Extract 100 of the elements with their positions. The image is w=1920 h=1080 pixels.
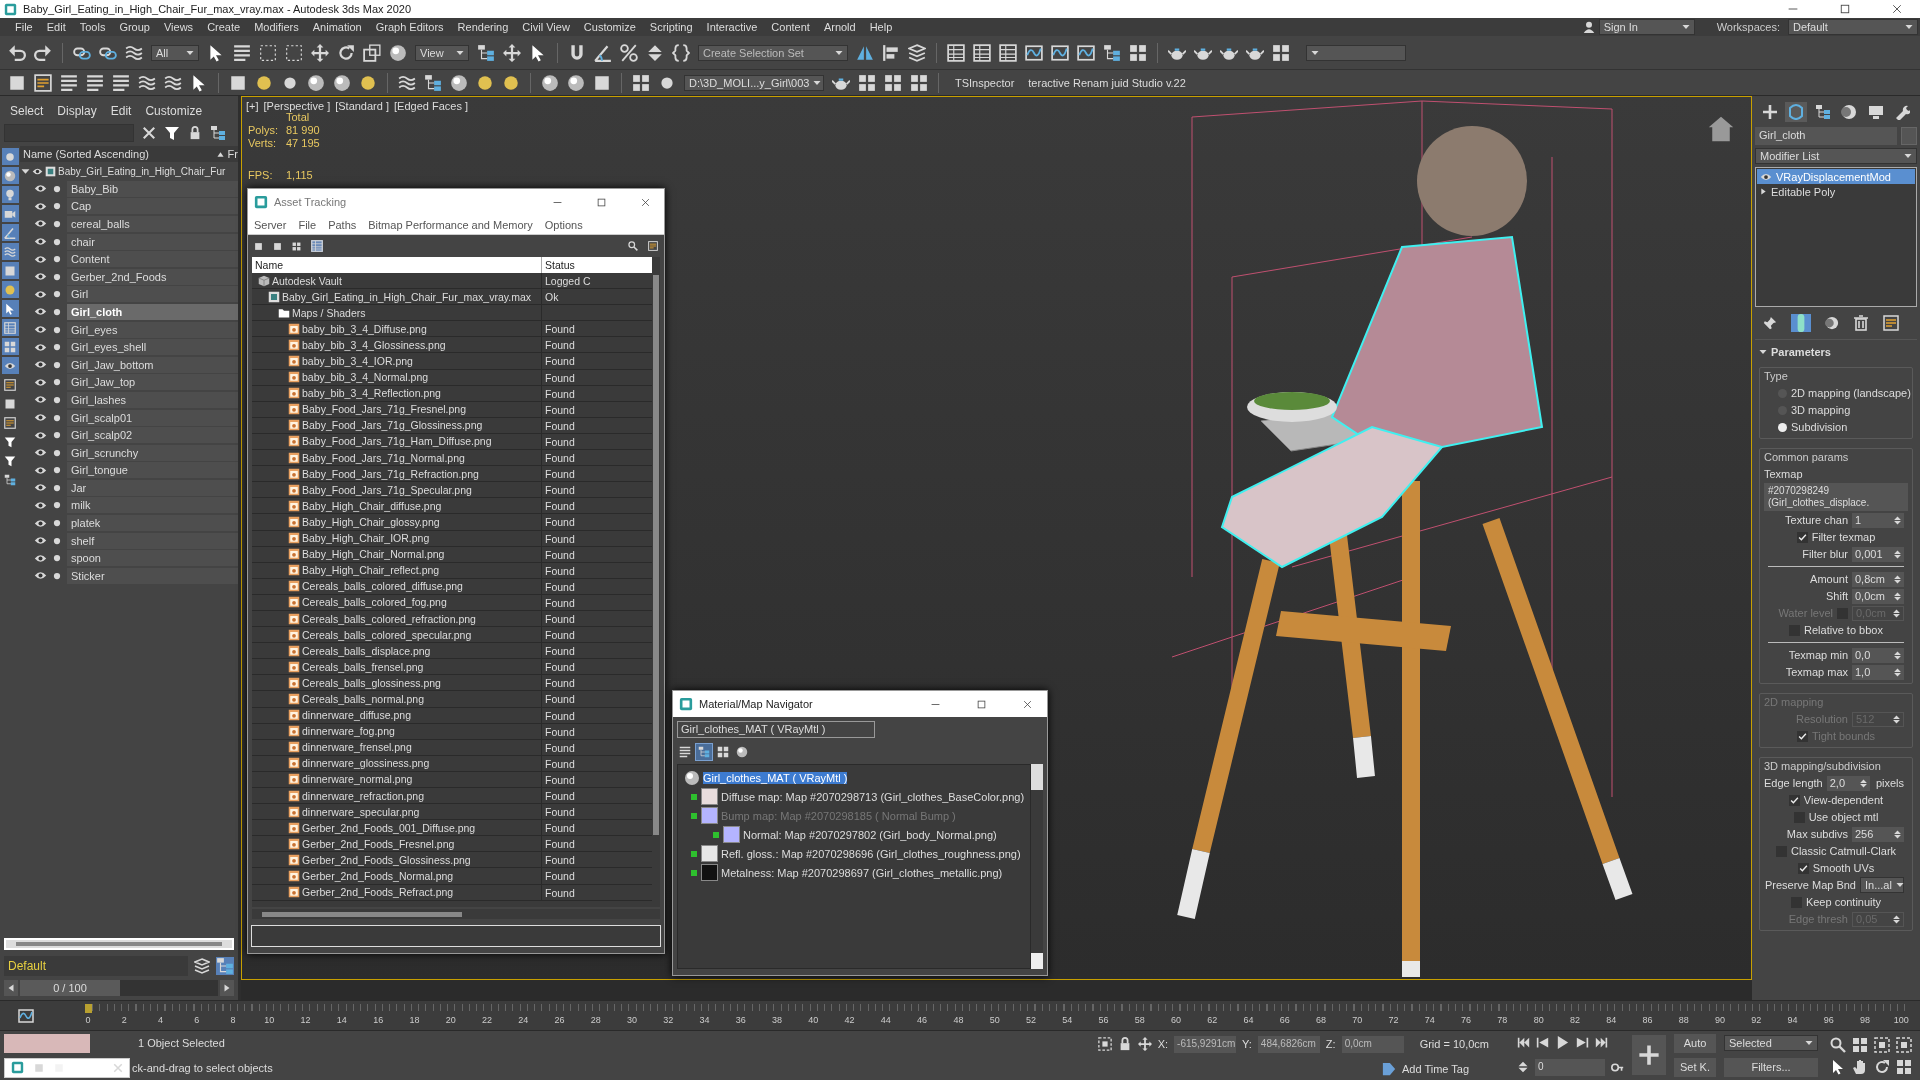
menu-item[interactable]: Options [544,218,583,231]
frame-slider-thumb[interactable]: 0 / 100 [20,980,120,996]
frame-tick-label: 76 [1461,1014,1472,1025]
tree-item[interactable]: chair [67,233,238,250]
spinner-field[interactable]: 256 [1852,826,1904,842]
script-button[interactable]: teractive Renam juid Studio v.22 [1028,76,1186,89]
file-name: Gerber_2nd_Foods_Glossiness.png [302,853,471,866]
path-dropdown[interactable]: D:\3D_MOLI...y_Girl\003 [684,74,824,91]
menu-item[interactable]: Edit [110,104,132,118]
frame-field[interactable]: 0 [1535,1058,1606,1076]
tree-item[interactable]: Cap [67,198,238,215]
tree-item[interactable]: Baby_Bib [67,180,238,197]
tree-item[interactable]: cereal_balls [67,216,238,232]
menu-item[interactable]: Rendering [450,21,516,33]
tree-item[interactable]: Gerber_2nd_Foods [67,268,238,285]
tree-item[interactable]: Content [67,251,238,268]
sign-in-dropdown[interactable]: Sign In [1598,19,1695,35]
tree-item[interactable]: milk [67,497,238,514]
menu-item[interactable]: Paths [328,218,357,231]
menu-item[interactable]: Arnold [816,21,863,33]
spinner-field[interactable]: 0,8cm [1852,571,1904,587]
set-key-mode-button[interactable]: Set K. [1674,1058,1716,1078]
tree-item[interactable]: Girl_scalp02 [67,427,238,444]
tree-item[interactable]: Girl_tongue [67,462,238,479]
selection-filter-dropdown[interactable]: All [151,44,199,61]
viewport-label[interactable]: [+] [246,100,259,112]
menu-item[interactable]: Create [200,21,248,33]
file-name: Baby_High_Chair_Normal.png [302,548,445,561]
selection-set-field[interactable]: Create Selection Set [698,44,848,61]
tree-item[interactable]: Girl_eyes [67,321,238,338]
menu-item[interactable]: Group [112,21,157,33]
key-filter-dropdown[interactable]: Selected [1724,1034,1818,1051]
spinner-field[interactable]: 2,0 [1826,775,1870,791]
menu-item[interactable]: Bitmap Performance and Memory [368,218,533,231]
spinner-field[interactable]: 1,0 [1852,664,1904,680]
menu-item[interactable]: Civil View [515,21,577,33]
field-label: Texmap min [1788,649,1848,661]
viewport-label[interactable]: [Edged Faces ] [394,100,468,112]
menu-item[interactable]: Select [10,104,44,118]
viewport-label[interactable]: [Perspective ] [263,100,331,112]
modifier-item[interactable]: Editable Poly [1757,184,1915,199]
menu-item[interactable]: Modifiers [247,21,306,33]
workspace-dropdown[interactable]: Default [1788,19,1918,35]
material-name-field[interactable]: Girl_clothes_MAT ( VRayMtl ) [677,721,875,738]
menu-item[interactable]: Graph Editors [368,21,451,33]
spinner-field[interactable]: 0,001 [1852,546,1904,562]
frame-tick-label: 34 [699,1014,710,1025]
tree-item[interactable]: Girl_scrunchy [67,444,238,461]
spinner-field[interactable]: 0,0 [1852,647,1904,663]
menu-item[interactable]: Views [156,21,201,33]
tree-item[interactable]: Girl_scalp01 [67,409,238,426]
tree-item[interactable]: Girl_cloth [67,303,238,320]
viewport-label[interactable]: [Standard ] [335,100,389,112]
coordinate-field[interactable]: -615,9291cm [1174,1035,1237,1053]
menu-item[interactable]: Server [254,218,287,231]
tree-item[interactable]: shelf [67,532,238,549]
menu-item[interactable]: File [8,21,40,33]
tree-item[interactable]: spoon [67,550,238,567]
file-name: Baby_Food_Jars_71g_Ham_Diffuse.png [302,435,492,448]
script-button[interactable]: TSInspector [955,76,1015,89]
rollout-title[interactable]: Parameters [1771,346,1831,358]
menu-item[interactable]: Help [862,21,900,33]
modifier-list-dropdown[interactable]: Modifier List [1755,148,1917,164]
dropdown-field[interactable]: In...al [1860,877,1904,893]
menu-item[interactable]: File [298,218,317,231]
menu-item[interactable]: Edit [39,21,73,33]
tree-item[interactable]: Girl_lashes [67,391,238,408]
tree-item[interactable]: Girl [67,286,238,303]
map-item[interactable]: Metalness: Map #2070298697 (Girl_clothes_metallic.png) [721,866,1003,879]
reference-coordinate-dropdown[interactable]: View [415,44,469,61]
map-item[interactable]: Diffuse map: Map #2070298713 (Girl_clothes_BaseColor.png) [721,790,1025,803]
menu-item[interactable]: Customize [145,104,203,118]
tree-item[interactable]: Girl_Jaw_bottom [67,356,238,373]
layer-field[interactable]: Default [4,956,188,976]
menu-item[interactable]: Interactive [699,21,765,33]
add-time-tag-button[interactable]: Add Time Tag [1401,1062,1470,1075]
key-filters-button[interactable]: Filters... [1724,1057,1818,1077]
menu-item[interactable]: Content [764,21,817,33]
menu-item[interactable]: Tools [72,21,113,33]
coordinate-field[interactable]: 0,0cm [1341,1035,1404,1053]
menu-item[interactable]: Animation [305,21,369,33]
material-item[interactable]: Girl_clothes_MAT ( VRayMtl ) [703,771,848,784]
auto-key-button[interactable]: Auto [1674,1033,1716,1053]
spinner-field[interactable]: 0,0cm [1852,588,1904,604]
menu-item[interactable]: Display [57,104,97,118]
tree-item[interactable]: platek [67,515,238,532]
tree-item[interactable]: Sticker [67,567,238,584]
spinner-field[interactable]: 1 [1852,512,1904,528]
tree-item[interactable]: Baby_Girl_Eating_in_High_Chair_Fur [58,165,226,177]
tree-item[interactable]: Girl_eyes_shell [67,339,238,356]
modifier-item[interactable]: VRayDisplacementMod [1757,169,1915,184]
tree-item[interactable]: Jar [67,479,238,496]
menu-item[interactable]: Scripting [642,21,700,33]
texmap-button[interactable]: #2070298249 (Girl_clothes_displace. [1764,483,1908,511]
tree-item[interactable]: Girl_Jaw_top [67,374,238,391]
status-text: Found [545,435,575,448]
object-name-field[interactable]: Girl_cloth [1755,127,1897,145]
map-item[interactable]: Refl. gloss.: Map #2070298696 (Girl_clothes_roughness.png) [721,847,1021,860]
menu-item[interactable]: Customize [576,21,643,33]
coordinate-field[interactable]: 484,6826cm [1257,1035,1320,1053]
